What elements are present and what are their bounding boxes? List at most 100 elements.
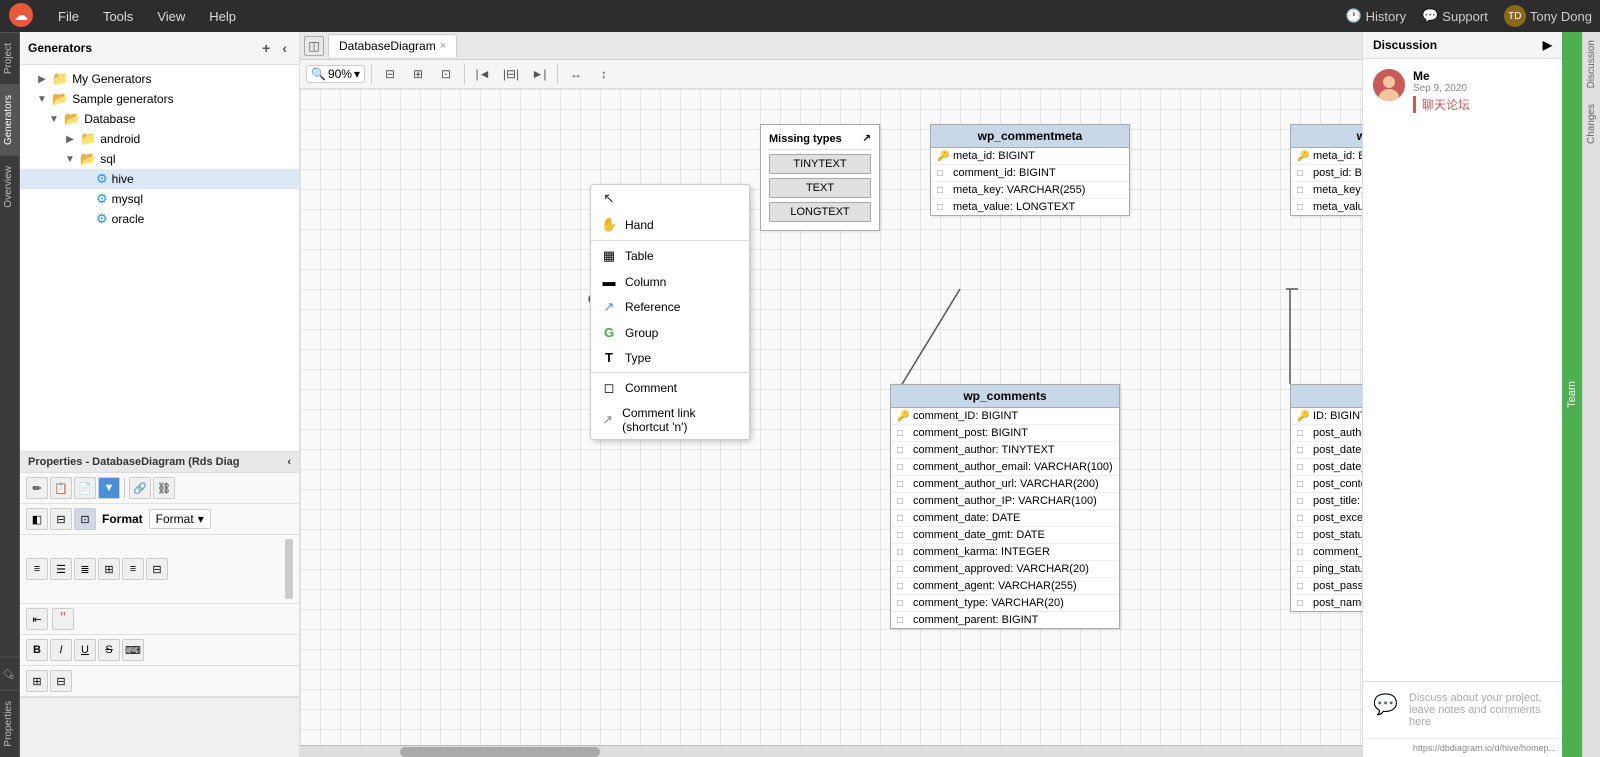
col-post-password[interactable]: □ post_password: VARCHAR(20) xyxy=(1291,578,1362,595)
col-comment-agent[interactable]: □ comment_agent: VARCHAR(255) xyxy=(891,578,1119,595)
unlink-button[interactable]: ⛓ xyxy=(153,477,175,499)
list-unordered[interactable]: ≡ xyxy=(122,558,144,580)
col-post-date-gmt[interactable]: □ post_date_gmt: DATE xyxy=(1291,459,1362,476)
align-left-btn[interactable]: ◧ xyxy=(26,508,48,530)
tree-item-hive[interactable]: ⚙ hive xyxy=(20,169,299,189)
user-menu[interactable]: TD Tony Dong xyxy=(1504,5,1592,27)
toggle-android[interactable]: ▶ xyxy=(64,134,76,145)
table-wp-post[interactable]: wp_post 🔑 ID: BIGINT □ post_author: BIGI… xyxy=(1290,384,1362,612)
tree-item-database[interactable]: ▼ 📂 Database xyxy=(20,109,299,129)
scrollbar-thumb[interactable] xyxy=(400,747,600,757)
col-comment-type[interactable]: □ comment_type: VARCHAR(20) xyxy=(891,595,1119,612)
list-ordered[interactable]: ⊟ xyxy=(146,558,168,580)
col-comment-author-email[interactable]: □ comment_author_email: VARCHAR(100) xyxy=(891,459,1119,476)
missing-types-fold[interactable]: ↗ xyxy=(863,133,871,145)
text-align-left[interactable]: ≡ xyxy=(26,558,48,580)
ctx-comment[interactable]: ◻ Comment xyxy=(591,375,749,401)
flip-v-btn[interactable]: ↕ xyxy=(592,63,616,85)
col-comment-date-gmt[interactable]: □ comment_date_gmt: DATE xyxy=(891,527,1119,544)
col-post-content[interactable]: □ post_content: LONGTEXT xyxy=(1291,476,1362,493)
tree-item-sample-generators[interactable]: ▼ 📂 Sample generators xyxy=(20,89,299,109)
ctx-hand[interactable]: ✋ Hand xyxy=(591,212,749,238)
tree-item-sql[interactable]: ▼ 📂 sql xyxy=(20,149,299,169)
text-align-center[interactable]: ☰ xyxy=(50,558,72,580)
table-wp-postmeta[interactable]: wp_postmeta 🔑 meta_id: BIGINT □ post_id:… xyxy=(1290,124,1362,216)
fit-all-btn[interactable]: ⊡ xyxy=(434,63,458,85)
col-meta-key-pm[interactable]: □ meta_key: VARCHAR(255) xyxy=(1291,182,1362,199)
right-team-tab[interactable]: Team xyxy=(1562,32,1582,757)
col-post-status[interactable]: □ post_status: VARCHAR(20) xyxy=(1291,527,1362,544)
col-post-name[interactable]: □ post_name: VARCHAR(200) xyxy=(1291,595,1362,611)
table-wp-commentmeta[interactable]: wp_commentmeta 🔑 meta_id: BIGINT □ comme… xyxy=(930,124,1130,216)
diagram-canvas[interactable]: ↖ ✋ Hand ▦ Table ▬ Column ↗ Reference xyxy=(300,89,1362,757)
align-left-diag[interactable]: |◄ xyxy=(471,63,495,85)
col-comment-approved[interactable]: □ comment_approved: VARCHAR(20) xyxy=(891,561,1119,578)
vtab-project[interactable]: Project xyxy=(0,32,19,84)
col-comment-status[interactable]: □ comment_status: VARCHAR(20) xyxy=(1291,544,1362,561)
col-meta-value-pm[interactable]: □ meta_value: LONGTEXT xyxy=(1291,199,1362,215)
col-post-excerpt[interactable]: □ post_excerpt: TEXT xyxy=(1291,510,1362,527)
vtab-tags[interactable]: 🏷 xyxy=(0,657,19,691)
toggle-sample-generators[interactable]: ▼ xyxy=(36,94,48,105)
menu-tools[interactable]: Tools xyxy=(93,5,143,28)
col-comment-date[interactable]: □ comment_date: DATE xyxy=(891,510,1119,527)
toggle-sql[interactable]: ▼ xyxy=(64,154,76,165)
paste-button[interactable]: 📄 xyxy=(74,477,96,499)
table-wp-comments[interactable]: wp_comments 🔑 comment_ID: BIGINT □ comme… xyxy=(890,384,1120,629)
zoom-dropdown[interactable]: ▾ xyxy=(354,67,360,81)
col-post-date[interactable]: □ post_date: DATE xyxy=(1291,442,1362,459)
scroll-indicator[interactable] xyxy=(285,539,293,599)
col-comment-author-ip[interactable]: □ comment_author_IP: VARCHAR(100) xyxy=(891,493,1119,510)
tree-item-my-generators[interactable]: ▶ 📁 My Generators xyxy=(20,69,299,89)
tree-item-android[interactable]: ▶ 📁 android xyxy=(20,129,299,149)
italic-button[interactable]: I xyxy=(50,639,72,661)
vtab-changes[interactable]: Changes xyxy=(1586,96,1597,152)
col-comment-author-url[interactable]: □ comment_author_url: VARCHAR(200) xyxy=(891,476,1119,493)
col-meta-id-pm[interactable]: 🔑 meta_id: BIGINT xyxy=(1291,148,1362,165)
col-comment-karma[interactable]: □ comment_karma: INTEGER xyxy=(891,544,1119,561)
vtab-properties[interactable]: Properties xyxy=(0,690,19,757)
ctx-table[interactable]: ▦ Table xyxy=(591,243,749,269)
menu-file[interactable]: File xyxy=(48,5,89,28)
longtext-button[interactable]: LONGTEXT xyxy=(769,202,871,222)
tree-item-mysql[interactable]: ⚙ mysql xyxy=(20,189,299,209)
col-ping-status[interactable]: □ ping_status: VARCHAR(20) xyxy=(1291,561,1362,578)
menu-view[interactable]: View xyxy=(147,5,195,28)
col-comment-parent[interactable]: □ comment_parent: BIGINT xyxy=(891,612,1119,628)
col-id-wp[interactable]: 🔑 ID: BIGINT xyxy=(1291,408,1362,425)
fit-height-btn[interactable]: ⊞ xyxy=(406,63,430,85)
table-button[interactable]: ⊞ xyxy=(26,670,48,692)
strikethrough-button[interactable]: S xyxy=(98,639,120,661)
format-dropdown[interactable]: Format ▾ xyxy=(149,509,211,529)
toggle-my-generators[interactable]: ▶ xyxy=(36,74,48,85)
col-meta-key[interactable]: □ meta_key: VARCHAR(255) xyxy=(931,182,1129,199)
support-button[interactable]: 💬 Support xyxy=(1422,8,1488,24)
blockquote[interactable]: " xyxy=(52,608,74,630)
ctx-column[interactable]: ▬ Column xyxy=(591,269,749,294)
ctx-group[interactable]: G Group xyxy=(591,320,749,345)
col-comment-author[interactable]: □ comment_author: TINYTEXT xyxy=(891,442,1119,459)
insert-button[interactable]: ⊟ xyxy=(50,670,72,692)
menu-help[interactable]: Help xyxy=(199,5,246,28)
col-comment-post[interactable]: □ comment_post: BIGINT xyxy=(891,425,1119,442)
horizontal-scrollbar[interactable] xyxy=(300,745,1362,757)
discussion-expand[interactable]: ▶ xyxy=(1543,38,1552,52)
tinytext-button[interactable]: TINYTEXT xyxy=(769,154,871,174)
team-tab-label[interactable]: Team xyxy=(1566,373,1578,416)
database-diagram-tab[interactable]: DatabaseDiagram × xyxy=(328,34,457,57)
ctx-cursor[interactable]: ↖ xyxy=(591,185,749,212)
bold-button[interactable]: B xyxy=(26,639,48,661)
align-center-h-btn[interactable]: ⊟ xyxy=(50,508,72,530)
col-post-id-pm[interactable]: □ post_id: BIGINT xyxy=(1291,165,1362,182)
text-button[interactable]: TEXT xyxy=(769,178,871,198)
align-center-diag[interactable]: |⊟| xyxy=(499,63,523,85)
col-meta-id[interactable]: 🔑 meta_id: BIGINT xyxy=(931,148,1129,165)
flip-h-btn[interactable]: ↔ xyxy=(564,63,588,85)
ctx-reference[interactable]: ↗ Reference xyxy=(591,294,749,320)
tab-close-button[interactable]: × xyxy=(440,40,446,52)
collapse-sidebar-button[interactable]: ‹ xyxy=(278,38,291,58)
properties-collapse[interactable]: ‹ xyxy=(287,456,291,468)
color-button[interactable]: ▼ xyxy=(98,477,120,499)
align-right-btn[interactable]: ⊡ xyxy=(74,508,96,530)
ctx-type[interactable]: T Type xyxy=(591,345,749,370)
